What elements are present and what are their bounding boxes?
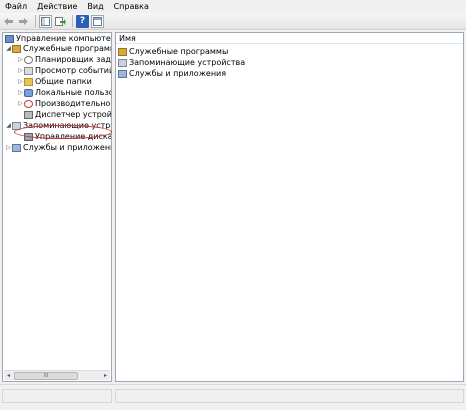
column-header-name[interactable]: Имя [116,33,463,44]
list-item-label: Запоминающие устройства [129,58,246,67]
tree-item-task-scheduler[interactable]: ▷ Планировщик заданий [17,55,111,65]
users-icon [24,89,33,97]
export-icon [55,17,66,26]
expand-icon[interactable]: ◢ [5,44,12,54]
scroll-thumb[interactable]: III [14,372,78,380]
tree-item-shared-folders[interactable]: ▷ Общие папки [17,77,92,87]
tree-label: Управление дисками [35,132,112,141]
storage-icon [12,122,21,130]
event-log-icon [24,67,33,75]
device-manager-icon [24,111,33,119]
status-segment [115,389,464,403]
tree-root-label: Управление компьютером (л [16,34,111,44]
show-hide-tree-button[interactable] [39,14,52,28]
tree-item-event-viewer[interactable]: ▷ Просмотр событий [17,66,112,76]
export-button[interactable] [54,15,67,28]
expand-icon[interactable]: ▷ [17,66,24,76]
tree-label: Диспетчер устройств [35,110,112,119]
console-tree-pane: Управление компьютером (л ◢ Служебные пр… [2,32,112,382]
expand-icon[interactable]: ▷ [17,88,24,98]
status-segment [2,389,112,403]
properties-button[interactable] [91,14,104,28]
shared-folder-icon [24,78,33,86]
tree-label: Запоминающие устройств [23,121,111,130]
expand-icon[interactable]: ◢ [5,121,12,131]
list-item-label: Службы и приложения [129,69,227,78]
tree-item-storage[interactable]: ◢ Запоминающие устройств [5,121,111,131]
tools-icon [12,45,21,53]
status-bar [0,384,466,410]
services-icon [118,70,127,78]
scroll-right-icon[interactable]: ▸ [101,371,110,380]
list-item[interactable]: Запоминающие устройства [118,58,245,68]
toolbar: ? [0,13,466,30]
console-tree-icon [41,16,50,26]
results-pane: Имя Служебные программы Запоминающие уст… [115,32,464,382]
clock-icon [24,56,33,64]
menu-help[interactable]: Справка [109,0,154,13]
tree-label: Общие папки [35,77,92,86]
tree-item-performance[interactable]: ▷ Производительность [17,99,111,109]
forward-arrow-icon [19,17,28,25]
back-arrow-icon [4,17,13,25]
horizontal-scrollbar[interactable]: ◂ III ▸ [4,370,110,380]
tree-item-system-tools[interactable]: ◢ Служебные программы [5,44,111,54]
tree-label: Локальные пользовате [35,88,111,97]
back-button[interactable] [2,15,15,28]
services-icon [12,144,21,152]
expand-icon[interactable]: ▷ [17,77,24,87]
list-item[interactable]: Служебные программы [118,47,228,57]
tree-label: Службы и приложения [23,143,112,152]
scroll-left-icon[interactable]: ◂ [4,371,13,380]
tree-item-services[interactable]: ▷ Службы и приложения [5,143,112,153]
toolbar-separator [35,15,36,27]
tree-root[interactable]: Управление компьютером (л [5,34,111,44]
expand-icon[interactable]: ▷ [17,55,24,65]
menu-file[interactable]: Файл [0,0,32,13]
forward-button[interactable] [17,15,30,28]
tools-icon [118,48,127,56]
menu-view[interactable]: Вид [82,0,108,13]
disk-icon [24,133,33,141]
computer-management-icon [5,35,14,43]
expand-icon[interactable]: ▷ [5,143,12,153]
tree-label: Производительность [35,99,111,108]
storage-icon [118,59,127,67]
help-icon[interactable]: ? [76,14,89,28]
performance-icon [24,100,33,108]
tree-label: Просмотр событий [35,66,112,75]
list-item-label: Служебные программы [129,47,229,56]
menu-action[interactable]: Действие [32,0,82,13]
expand-icon[interactable]: ▷ [17,99,24,109]
tree-item-device-manager[interactable]: Диспетчер устройств [24,110,112,120]
tree-item-disk-management[interactable]: Управление дисками [24,132,112,142]
panel-icon [93,16,102,26]
toolbar-separator [72,15,73,27]
tree-label: Планировщик заданий [35,55,111,64]
menu-bar: Файл Действие Вид Справка [0,0,466,13]
tree-item-local-users[interactable]: ▷ Локальные пользовате [17,88,111,98]
tree-label: Служебные программы [23,44,111,53]
list-item[interactable]: Службы и приложения [118,69,226,79]
